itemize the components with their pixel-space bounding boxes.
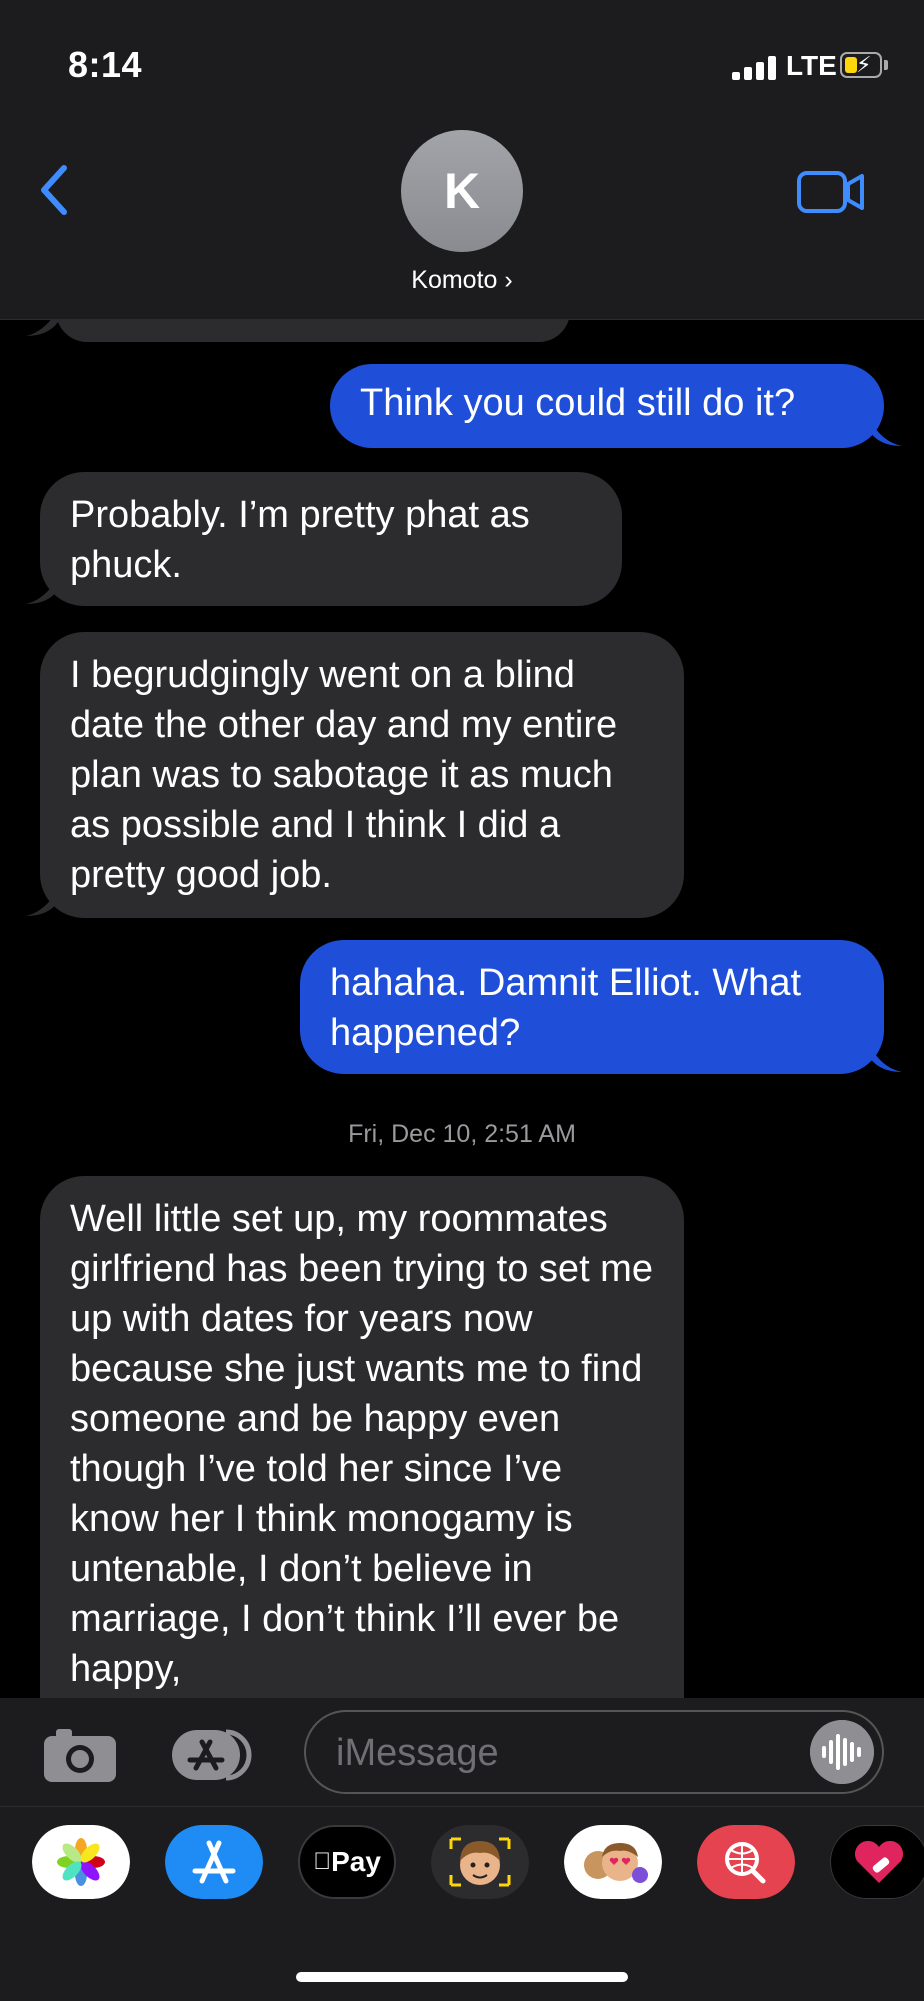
back-chevron-icon[interactable] (36, 160, 76, 220)
message-bubble-received[interactable]: I begrudgingly went on a blind date the … (40, 632, 684, 918)
audio-message-icon[interactable] (810, 1720, 874, 1784)
battery-charging-icon: ⚡ (840, 52, 882, 78)
home-indicator[interactable] (296, 1972, 628, 1982)
message-bubble-received[interactable]: Well little set up, my roommates girlfri… (40, 1176, 684, 1698)
image-search-icon[interactable] (697, 1825, 795, 1899)
contact-name[interactable]: Komoto › (0, 266, 924, 295)
message-thread[interactable]: Think you could still do it? Probably. I… (0, 320, 924, 1698)
message-bubble-sent[interactable]: Think you could still do it? (330, 364, 884, 448)
status-time: 8:14 (68, 44, 143, 85)
camera-icon[interactable] (42, 1726, 118, 1784)
contact-avatar[interactable]: K (401, 130, 523, 252)
message-bubble-received[interactable]: Probably. I’m pretty phat as phuck. (40, 472, 622, 606)
message-bubble-received-partial[interactable] (56, 320, 570, 342)
memoji-stickers-icon[interactable] (564, 1825, 662, 1899)
imessage-input[interactable]: iMessage (304, 1710, 884, 1794)
compose-bar: iMessage (0, 1698, 924, 1806)
network-type: LTE (786, 50, 837, 81)
photos-app-icon[interactable] (32, 1825, 130, 1899)
signal-strength-icon (732, 56, 776, 80)
heart-app-icon[interactable] (830, 1825, 924, 1899)
app-store-drawer-icon[interactable] (170, 1728, 262, 1782)
apple-pay-label: Pay (322, 1846, 381, 1877)
conversation-header: 8:14 LTE ⚡ K Komoto › (0, 0, 924, 320)
memoji-camera-icon[interactable] (431, 1825, 529, 1899)
message-timestamp: Fri, Dec 10, 2:51 AM (348, 1120, 576, 1148)
facetime-video-icon[interactable] (796, 168, 866, 216)
apple-pay-icon[interactable]:  Pay (298, 1825, 396, 1899)
message-bubble-sent[interactable]: hahaha. Damnit Elliot. What happened? (300, 940, 884, 1074)
imessage-placeholder: iMessage (336, 1732, 499, 1774)
imessage-app-drawer:  Pay (0, 1806, 924, 2001)
app-store-icon[interactable] (165, 1825, 263, 1899)
